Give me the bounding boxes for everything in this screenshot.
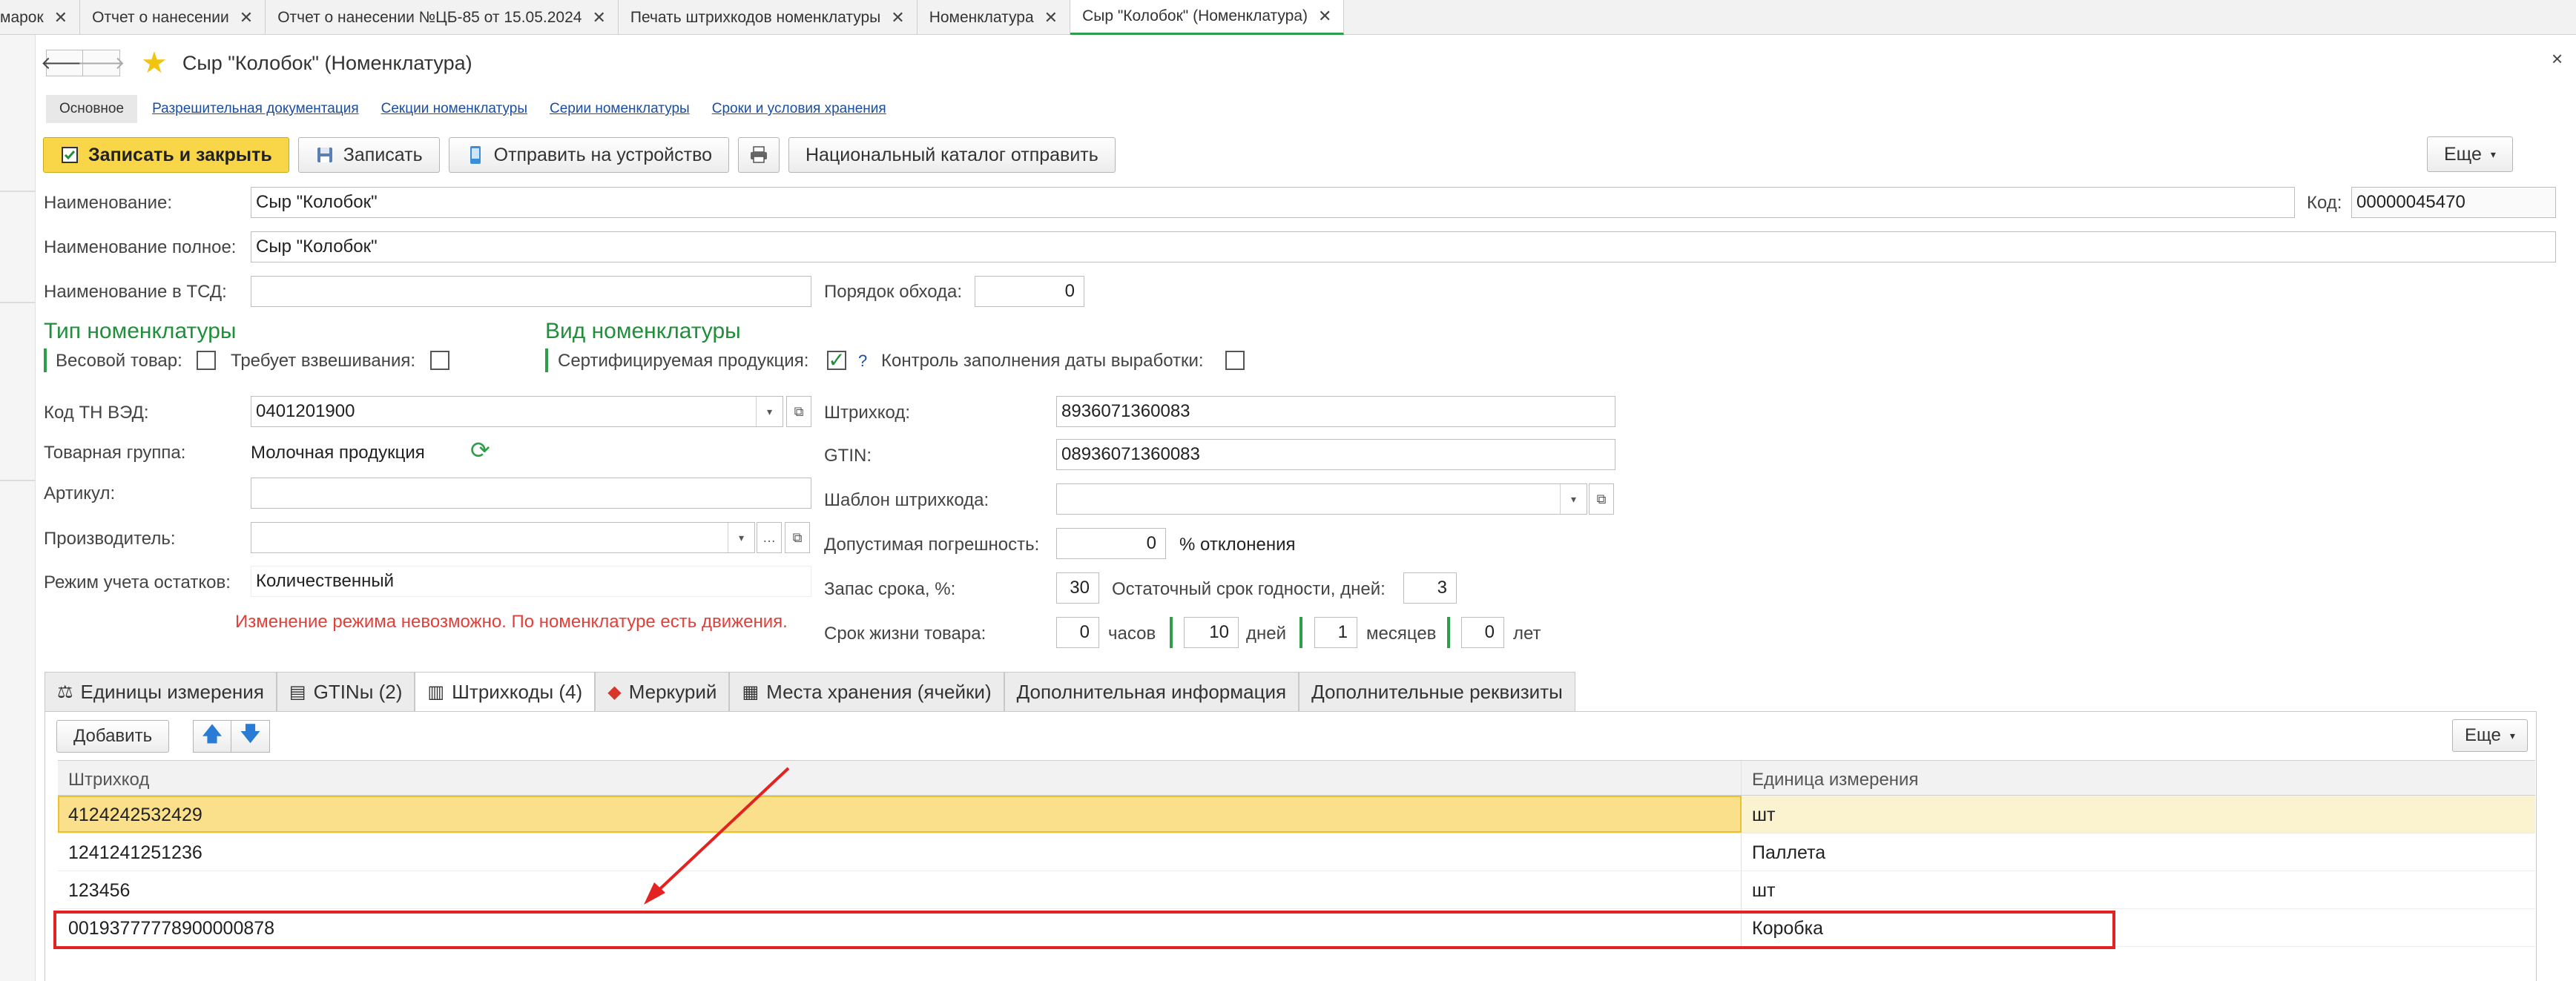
annotation-arrow bbox=[644, 767, 790, 905]
